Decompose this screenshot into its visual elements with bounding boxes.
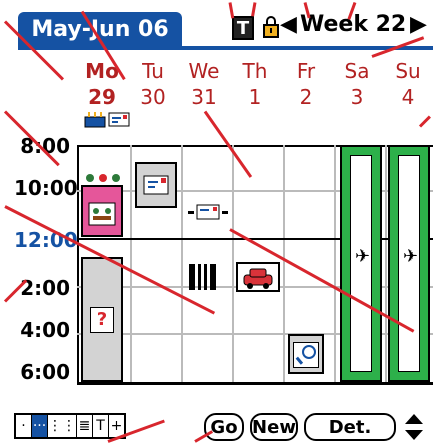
trip-block: ✈ (398, 155, 420, 372)
people-icon (84, 172, 122, 186)
day-number-1[interactable]: 1 (233, 85, 277, 109)
hour-label-2: 2:00 (20, 276, 70, 300)
day-name-fr: Fr (296, 59, 316, 83)
annotation-arrow (228, 2, 235, 19)
event-meeting[interactable] (81, 185, 123, 237)
details-button[interactable]: Det. (304, 413, 396, 441)
event-unknown[interactable]: ? (81, 257, 123, 382)
next-week-button[interactable]: ▶ (410, 12, 427, 37)
day-number-30[interactable]: 30 (131, 85, 175, 109)
airplane-icon: ✈ (355, 246, 371, 267)
restaurant-icon[interactable] (188, 262, 228, 292)
day-name-we: We (188, 59, 220, 83)
grid-column-divider (130, 145, 132, 383)
event-trip-sunday[interactable]: ✈ (388, 145, 430, 382)
grid-bottom-border (77, 382, 433, 385)
day-number-31[interactable]: 31 (182, 85, 226, 109)
airplane-icon: ✈ (403, 246, 419, 267)
grid-column-divider (181, 145, 183, 383)
day-name-su: Su (395, 59, 421, 83)
new-button[interactable]: New (250, 413, 298, 441)
car-icon (243, 268, 273, 289)
view-week-button[interactable]: ··· (32, 415, 48, 437)
event-mail[interactable] (135, 162, 177, 208)
trip-block: ✈ (350, 155, 372, 372)
header-divider (18, 46, 433, 50)
day-number-4[interactable]: 4 (386, 85, 430, 109)
lock-icon[interactable] (262, 15, 280, 39)
view-selector[interactable]: · ··· ⋮⋮ ≣ T + (14, 413, 126, 439)
meeting-icon (88, 202, 116, 226)
grid-column-divider (283, 145, 285, 383)
go-button[interactable]: Go (204, 413, 244, 441)
birthday-cake-icon[interactable] (84, 110, 106, 128)
grid-column-divider (334, 145, 336, 383)
day-number-2[interactable]: 2 (284, 85, 328, 109)
day-name-sa: Sa (344, 59, 370, 83)
question-icon: ? (90, 307, 114, 333)
floating-envelope-icon[interactable] (186, 202, 230, 222)
tennis-racket-icon (293, 342, 319, 368)
day-name-th: Th (242, 59, 268, 83)
hour-label-10: 10:00 (14, 176, 78, 200)
previous-week-button[interactable]: ◀ (280, 12, 297, 37)
view-list-button[interactable]: ≣ (77, 415, 93, 437)
hour-label-6: 6:00 (20, 360, 70, 384)
scroll-arrows-icon[interactable] (402, 412, 426, 442)
envelope-icon[interactable] (108, 112, 130, 127)
annotation-arrow (251, 2, 257, 17)
day-number-29[interactable]: 29 (80, 85, 124, 109)
view-week-list-button[interactable]: ⋮⋮ (48, 415, 77, 437)
week-label[interactable]: Week 22 (300, 12, 406, 37)
hour-label-4: 4:00 (20, 318, 70, 342)
hour-label-12: 12:00 (14, 228, 78, 252)
view-day-button[interactable]: · (16, 415, 32, 437)
grid-column-divider (232, 145, 234, 383)
day-name-tu: Tu (142, 59, 164, 83)
annotation-arrow (418, 115, 431, 128)
event-tennis[interactable] (288, 334, 324, 374)
view-todo-button[interactable]: T (93, 415, 109, 437)
event-car[interactable] (236, 262, 280, 292)
day-number-3[interactable]: 3 (335, 85, 379, 109)
today-button[interactable]: T (232, 16, 254, 40)
grid-column-divider (385, 145, 387, 383)
event-trip-saturday[interactable]: ✈ (340, 145, 382, 382)
